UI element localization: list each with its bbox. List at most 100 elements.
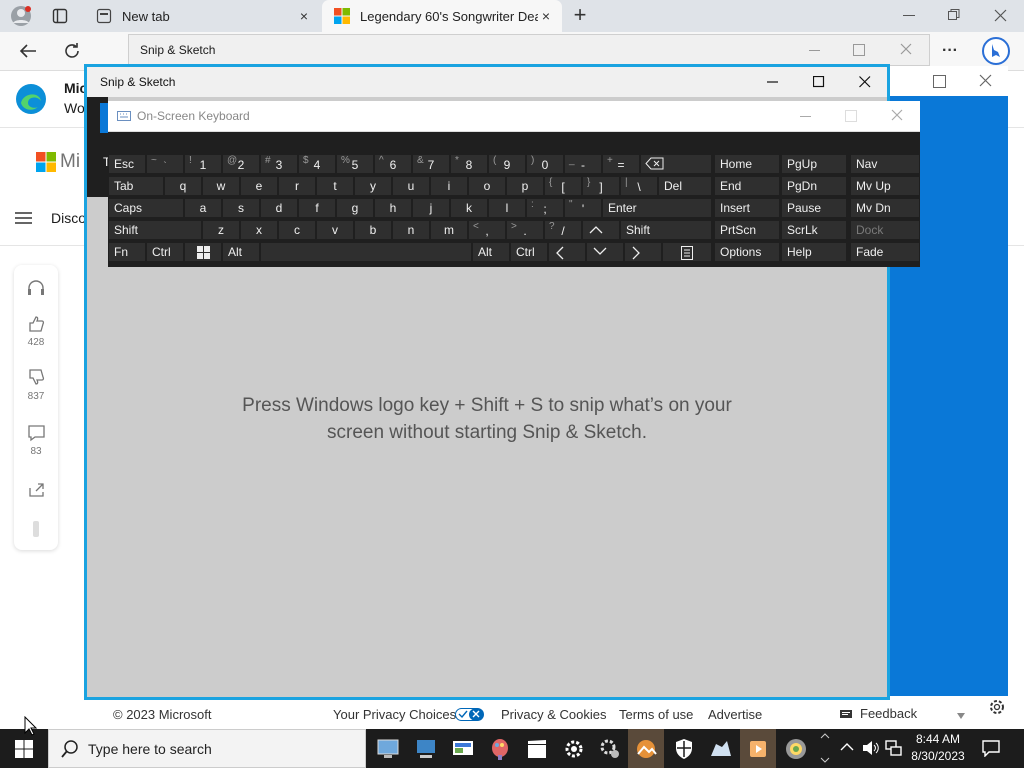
taskbar-app-network[interactable] [408,729,444,768]
key-c[interactable]: c [278,220,316,240]
taskbar-app-computer[interactable] [370,729,406,768]
key-fn[interactable]: Fn [108,242,146,262]
like-button[interactable]: 428 [14,314,58,348]
key-j[interactable]: j [412,198,450,218]
minimize-icon[interactable] [800,116,811,117]
key-n[interactable]: n [392,220,430,240]
key-q[interactable]: q [164,176,202,196]
key-5[interactable]: % 5 [336,154,374,174]
close-icon[interactable] [900,43,912,55]
key-arrow-down[interactable] [586,242,624,262]
key-ctrl-right[interactable]: Ctrl [510,242,548,262]
key-backslash[interactable]: | \ [620,176,658,196]
minimize-icon[interactable] [809,50,820,51]
key-left-bracket[interactable]: {[ [544,176,582,196]
back-button[interactable] [14,32,42,70]
hamburger-menu-icon[interactable] [15,212,32,224]
key-7[interactable]: & 7 [412,154,450,174]
key-arrow-left[interactable] [548,242,586,262]
key-f[interactable]: f [298,198,336,218]
key-h[interactable]: h [374,198,412,218]
terms-link[interactable]: Terms of use [619,707,693,722]
key-move-up[interactable]: Mv Up [850,176,920,196]
privacy-cookies-link[interactable]: Privacy & Cookies [501,707,606,722]
close-button[interactable] [842,67,888,97]
restore-icon[interactable] [933,75,946,88]
key-r[interactable]: r [278,176,316,196]
key-i[interactable]: i [430,176,468,196]
close-browser-icon[interactable] [994,9,1007,22]
advertise-link[interactable]: Advertise [708,707,762,722]
key-a[interactable]: a [184,198,222,218]
key-u[interactable]: u [392,176,430,196]
share-button[interactable] [14,479,58,499]
key-shift-left[interactable]: Shift [108,220,202,240]
taskbar-app-paint[interactable] [482,729,518,768]
taskbar-scroll-down-icon[interactable] [820,756,830,764]
maximize-button[interactable] [796,67,842,97]
key-6[interactable]: ^ 6 [374,154,412,174]
taskbar-app-maps[interactable] [703,729,739,768]
key-end[interactable]: End [714,176,780,196]
key-comma[interactable]: <, [468,220,506,240]
refresh-button[interactable] [58,32,86,70]
key-minus[interactable]: _ - [564,154,602,174]
taskbar-app-video[interactable] [519,729,555,768]
taskbar-app-photos[interactable] [628,729,664,768]
key-9[interactable]: (9 [488,154,526,174]
close-icon[interactable] [891,109,903,121]
key-d[interactable]: d [260,198,298,218]
listen-button[interactable] [14,277,58,297]
key-0[interactable]: ) 0 [526,154,564,174]
key-caps[interactable]: Caps [108,198,184,218]
comments-button[interactable]: 83 [14,423,58,457]
taskbar-app-globe[interactable] [778,729,814,768]
key-alt-left[interactable]: Alt [222,242,260,262]
key-windows[interactable] [184,242,222,262]
key-dock[interactable]: Dock [850,220,920,240]
minimize-button[interactable] [750,67,796,97]
key-period[interactable]: >. [506,220,544,240]
key-2[interactable]: @2 [222,154,260,174]
key-x[interactable]: x [240,220,278,240]
taskbar-clock[interactable]: 8:44 AM 8/30/2023 [900,731,976,765]
key-4[interactable]: $4 [298,154,336,174]
key-equals[interactable]: + = [602,154,640,174]
taskbar-app-display[interactable] [445,729,481,768]
restore-browser-icon[interactable] [948,9,960,21]
key-tilde[interactable]: ~ ` [146,154,184,174]
maximize-icon[interactable] [853,44,865,56]
key-home[interactable]: Home [714,154,780,174]
key-prtscn[interactable]: PrtScn [714,220,780,240]
close-tab-icon[interactable]: × [538,8,554,24]
key-tab[interactable]: Tab [108,176,164,196]
more-options-button[interactable]: ··· [938,32,962,70]
bing-chat-button[interactable] [980,32,1012,70]
key-3[interactable]: #3 [260,154,298,174]
key-options[interactable]: Options [714,242,780,262]
key-k[interactable]: k [450,198,488,218]
key-backspace[interactable] [640,154,712,174]
key-b[interactable]: b [354,220,392,240]
key-pause[interactable]: Pause [781,198,847,218]
key-1[interactable]: ! 1 [184,154,222,174]
new-tab-button[interactable]: + [568,2,592,30]
scroll-down-icon[interactable] [957,713,965,719]
key-p[interactable]: p [506,176,544,196]
feedback-button[interactable]: Feedback [860,706,917,721]
taskbar-search-box[interactable]: Type here to search [48,729,366,768]
key-z[interactable]: z [202,220,240,240]
taskbar-scroll-up-icon[interactable] [820,732,830,740]
nav-discover-link[interactable]: Disco [51,210,86,226]
key-scrlk[interactable]: ScrLk [781,220,847,240]
key-alt-right[interactable]: Alt [472,242,510,262]
key-enter[interactable]: Enter [602,198,712,218]
key-help[interactable]: Help [781,242,847,262]
key-space[interactable] [260,242,472,262]
key-m[interactable]: m [430,220,468,240]
tab-new-tab[interactable]: New tab × [84,0,320,32]
key-t[interactable]: t [316,176,354,196]
more-actions-button[interactable] [14,519,58,539]
close-icon[interactable] [979,74,992,87]
key-shift-right[interactable]: Shift [620,220,712,240]
